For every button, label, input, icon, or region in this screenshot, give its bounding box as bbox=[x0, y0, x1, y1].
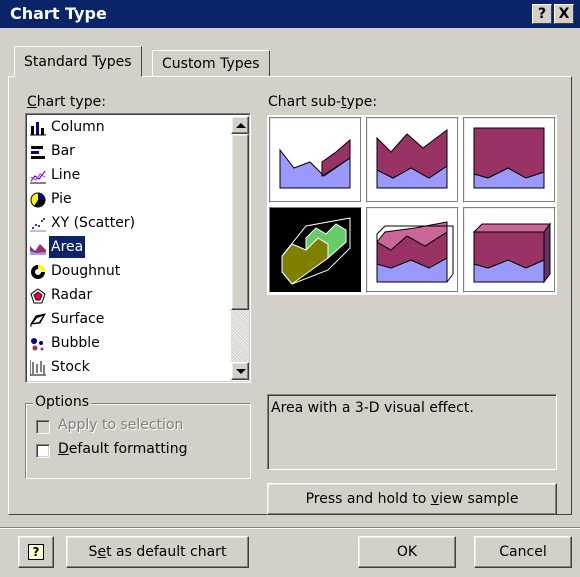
column-chart-icon bbox=[30, 120, 46, 136]
subtype-area[interactable] bbox=[269, 117, 362, 203]
scroll-up-button[interactable] bbox=[231, 116, 249, 134]
tab-custom-types-label: Custom Types bbox=[162, 56, 260, 72]
doughnut-chart-icon bbox=[30, 264, 46, 280]
set-default-chart-label: Set as default chart bbox=[88, 544, 227, 560]
options-label: Options bbox=[33, 394, 92, 410]
bubble-chart-icon bbox=[30, 336, 46, 352]
subtype-stacked-area[interactable] bbox=[366, 117, 459, 203]
list-scrollbar[interactable] bbox=[231, 116, 249, 380]
tab-standard-types[interactable]: Standard Types bbox=[14, 46, 142, 77]
stock-chart-icon bbox=[29, 360, 46, 376]
chart-type-item-radar[interactable]: Radar bbox=[28, 284, 231, 308]
chart-type-item-bubble[interactable]: Bubble bbox=[28, 332, 231, 356]
chart-type-dialog: Chart Type ? X Standard Types Custom Typ… bbox=[0, 0, 580, 577]
up-arrow-icon bbox=[236, 123, 246, 128]
chart-type-item-label: Doughnut bbox=[51, 263, 121, 279]
scatter-chart-icon bbox=[30, 216, 46, 232]
chart-type-item-label: Radar bbox=[51, 287, 93, 303]
chart-type-item-line[interactable]: Line bbox=[28, 164, 231, 188]
default-formatting-label: Default formatting bbox=[58, 441, 188, 457]
default-formatting-checkbox[interactable] bbox=[36, 444, 50, 458]
chart-subtype-label: Chart sub-type: bbox=[268, 94, 378, 110]
pie-chart-icon bbox=[30, 192, 46, 208]
chart-type-item-pie[interactable]: Pie bbox=[28, 188, 231, 212]
down-arrow-icon bbox=[236, 369, 246, 374]
ok-button[interactable]: OK bbox=[358, 536, 456, 568]
tab-standard-types-label: Standard Types bbox=[24, 54, 132, 70]
chart-type-item-label: Bubble bbox=[51, 335, 100, 351]
dialog-title: Chart Type bbox=[10, 4, 107, 23]
chart-type-item-label: XY (Scatter) bbox=[51, 215, 136, 231]
chart-type-item-label: Area bbox=[49, 236, 86, 258]
apply-to-selection-label: Apply to selection bbox=[58, 417, 184, 433]
chart-subtype-grid bbox=[267, 115, 557, 295]
subtype-100-stacked-area[interactable] bbox=[463, 117, 556, 203]
subtype-description-box: Area with a 3-D visual effect. bbox=[267, 394, 557, 470]
percent-stacked-area-subtype-icon bbox=[473, 127, 545, 189]
view-sample-button[interactable]: Press and hold to view sample bbox=[267, 483, 557, 515]
chart-type-item-column[interactable]: Column bbox=[28, 116, 231, 140]
3d-stacked-area-subtype-icon bbox=[376, 221, 454, 283]
chart-type-list[interactable]: Column Bar Line Pie XY (Scatter) Area Doughnut… bbox=[25, 113, 251, 383]
chart-type-item-stock[interactable]: Stock bbox=[28, 356, 231, 380]
bottom-separator bbox=[0, 527, 580, 529]
scroll-down-button[interactable] bbox=[231, 362, 249, 380]
3d-percent-stacked-area-subtype-icon bbox=[472, 222, 551, 284]
chart-type-item-area[interactable]: Area bbox=[28, 236, 231, 260]
tab-custom-types[interactable]: Custom Types bbox=[152, 50, 270, 77]
line-chart-icon bbox=[30, 168, 46, 184]
surface-chart-icon bbox=[30, 312, 46, 328]
bar-chart-icon bbox=[30, 144, 46, 160]
ok-label: OK bbox=[396, 544, 418, 560]
close-button[interactable]: X bbox=[554, 4, 574, 24]
subtype-3d-100-stacked-area[interactable] bbox=[463, 207, 556, 293]
stacked-area-subtype-icon bbox=[376, 129, 448, 189]
set-default-chart-button[interactable]: Set as default chart bbox=[66, 536, 249, 568]
3d-effect-area-subtype-icon bbox=[281, 217, 351, 285]
chart-type-item-label: Stock bbox=[51, 359, 90, 375]
chart-type-item-label: Bar bbox=[51, 143, 75, 159]
chart-type-item-doughnut[interactable]: Doughnut bbox=[28, 260, 231, 284]
subtype-description: Area with a 3-D visual effect. bbox=[271, 400, 474, 416]
chart-type-item-xy-scatter[interactable]: XY (Scatter) bbox=[28, 212, 231, 236]
subtype-3d-stacked-area[interactable] bbox=[366, 207, 459, 293]
area-chart-icon bbox=[30, 240, 46, 256]
chart-type-item-surface[interactable]: Surface bbox=[28, 308, 231, 332]
help-icon: ? bbox=[28, 544, 44, 560]
radar-chart-icon bbox=[30, 288, 46, 304]
chart-type-item-label: Column bbox=[51, 119, 105, 135]
chart-type-item-label: Surface bbox=[51, 311, 105, 327]
apply-to-selection-checkbox[interactable] bbox=[36, 420, 50, 434]
chart-type-item-label: Line bbox=[51, 167, 81, 183]
area-subtype-icon bbox=[279, 138, 351, 189]
title-bar[interactable]: Chart Type ? X bbox=[0, 0, 580, 28]
chart-type-item-label: Pie bbox=[51, 191, 72, 207]
help-button[interactable]: ? bbox=[18, 536, 54, 568]
cancel-label: Cancel bbox=[499, 544, 547, 560]
chart-type-label: Chart type: bbox=[27, 94, 106, 110]
chart-type-item-bar[interactable]: Bar bbox=[28, 140, 231, 164]
help-title-button[interactable]: ? bbox=[532, 4, 552, 24]
cancel-button[interactable]: Cancel bbox=[474, 536, 572, 568]
view-sample-label: Press and hold to view sample bbox=[305, 491, 519, 507]
scroll-thumb[interactable] bbox=[231, 134, 249, 310]
subtype-3d-area-effect[interactable] bbox=[269, 207, 362, 293]
